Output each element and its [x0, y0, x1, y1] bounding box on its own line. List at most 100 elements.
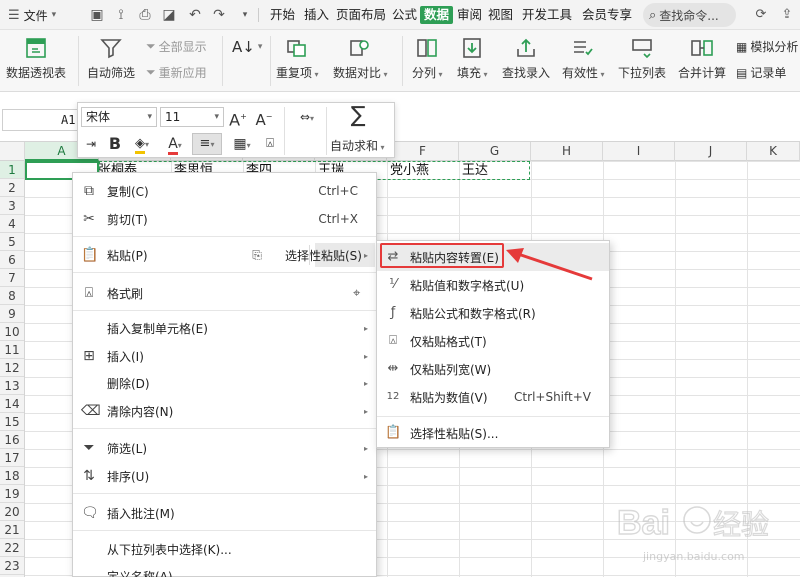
row-header[interactable]: 10 — [0, 323, 24, 341]
row-header[interactable]: 17 — [0, 449, 24, 467]
column-header-j[interactable]: J — [675, 142, 747, 161]
print-icon[interactable]: ⎙ — [136, 6, 154, 24]
autofilter-button[interactable]: 自动筛选 — [87, 36, 135, 81]
shrink-font-icon[interactable]: A− — [254, 107, 274, 129]
menu-item-copy[interactable]: ⧉ 复制(C) Ctrl+C — [73, 177, 376, 205]
font-name-select[interactable]: 宋体 ▾ — [81, 107, 157, 127]
column-header-h[interactable]: H — [531, 142, 603, 161]
merge-center-icon[interactable]: ⇔▾ — [294, 107, 320, 127]
row-header[interactable]: 9 — [0, 305, 24, 323]
row-header[interactable]: 12 — [0, 359, 24, 377]
menu-item-insert-comment[interactable]: 🗨 插入批注(M) — [73, 499, 376, 527]
align-center-icon[interactable]: ≡▾ — [192, 133, 222, 155]
lookup-entry-button[interactable]: 查找录入 — [502, 36, 550, 81]
menu-item-delete[interactable]: 删除(D) ▸ — [73, 369, 376, 397]
row-header[interactable]: 22 — [0, 539, 24, 557]
menu-item-clear-contents[interactable]: ⌫ 清除内容(N) ▸ — [73, 397, 376, 425]
row-header[interactable]: 21 — [0, 521, 24, 539]
submenu-item-paste-formulas-number-format[interactable]: ƒ 粘贴公式和数字格式(R) — [377, 299, 609, 327]
command-search[interactable]: ⌕ 查找命令... — [643, 3, 736, 27]
tab-home[interactable]: 开始 — [268, 6, 297, 24]
row-header[interactable]: 19 — [0, 485, 24, 503]
row-header[interactable]: 15 — [0, 413, 24, 431]
save-icon[interactable]: ▣ — [88, 6, 106, 24]
dropdown-list-button[interactable]: 下拉列表 — [618, 36, 666, 81]
fill-button[interactable]: 填充 ▾ — [457, 36, 488, 81]
chevron-down-icon[interactable]: ▾ — [236, 6, 254, 24]
row-header[interactable]: 14 — [0, 395, 24, 413]
menu-item-paste[interactable]: 📋 粘贴(P) ⎘ 选择性粘贴(S) ▸ — [73, 241, 376, 269]
row-header[interactable]: 7 — [0, 269, 24, 287]
tab-insert[interactable]: 插入 — [302, 6, 331, 24]
row-header[interactable]: 6 — [0, 251, 24, 269]
row-header[interactable]: 20 — [0, 503, 24, 521]
tab-member[interactable]: 会员专享 — [580, 6, 634, 24]
file-menu[interactable]: ☰ 文件 ▾ — [4, 5, 60, 25]
row-header[interactable]: 23 — [0, 557, 24, 575]
sort-button[interactable]: A↓ ▾ — [232, 38, 262, 56]
format-painter-quick-icon[interactable]: ⌖ — [353, 286, 360, 301]
submenu-item-paste-column-widths[interactable]: ⇹ 仅粘贴列宽(W) — [377, 355, 609, 383]
autosum-icon[interactable]: ∑ — [346, 105, 370, 127]
fill-color-icon[interactable]: ◈▾ — [128, 134, 156, 154]
grow-font-icon[interactable]: A+ — [228, 107, 248, 129]
tab-page-layout[interactable]: 页面布局 — [334, 6, 388, 24]
row-header[interactable]: 1 — [0, 161, 24, 179]
menu-item-format-painter[interactable]: ⍓ 格式刷 ⌖ — [73, 279, 376, 307]
row-header[interactable]: 5 — [0, 233, 24, 251]
tab-review[interactable]: 审阅 — [455, 6, 484, 24]
submenu-item-paste-as-values[interactable]: 12 粘贴为数值(V) Ctrl+Shift+V — [377, 383, 609, 411]
tab-formulas[interactable]: 公式 — [390, 6, 419, 24]
select-all-corner[interactable] — [0, 142, 25, 161]
font-size-select[interactable]: 11 ▾ — [160, 107, 224, 127]
data-compare-button[interactable]: 数据对比 ▾ — [333, 36, 388, 81]
show-all-button[interactable]: ⏷ 全部显示 — [146, 38, 207, 55]
row-header[interactable]: 4 — [0, 215, 24, 233]
column-header-i[interactable]: I — [603, 142, 675, 161]
paste-values-icon[interactable]: ⎘ — [249, 247, 265, 263]
wrap-text-icon[interactable]: ⇥ — [81, 134, 101, 154]
menu-item-insert[interactable]: ⊞ 插入(I) ▸ — [73, 342, 376, 370]
duplicates-button[interactable]: 重复项 ▾ — [276, 36, 319, 81]
share-icon[interactable]: ⇪ — [778, 6, 796, 24]
row-header[interactable]: 2 — [0, 179, 24, 197]
font-color-icon[interactable]: A▾ — [162, 134, 188, 155]
menu-item-sort[interactable]: ⇅ 排序(U) ▸ — [73, 462, 376, 490]
row-header[interactable]: 8 — [0, 287, 24, 305]
pivot-table-button[interactable]: 数据透视表 — [6, 36, 66, 81]
text-to-columns-button[interactable]: 分列 ▾ — [412, 36, 443, 81]
menu-item-pick-from-list[interactable]: 从下拉列表中选择(K)... — [73, 535, 376, 563]
what-if-button[interactable]: ▦ 模拟分析 — [736, 38, 798, 55]
column-header-g[interactable]: G — [459, 142, 531, 161]
column-header-f[interactable]: F — [387, 142, 459, 161]
row-header[interactable]: 3 — [0, 197, 24, 215]
column-header-k[interactable]: K — [747, 142, 800, 161]
print-preview-icon[interactable]: ◪ — [160, 6, 178, 24]
settings-icon[interactable]: ⟳ — [752, 6, 770, 24]
menu-item-define-name[interactable]: 定义名称(A)... — [73, 562, 376, 577]
row-header[interactable]: 11 — [0, 341, 24, 359]
row-header[interactable]: 16 — [0, 431, 24, 449]
menu-item-filter[interactable]: ⏷ 筛选(L) ▸ — [73, 434, 376, 462]
row-header[interactable]: 13 — [0, 377, 24, 395]
submenu-item-paste-special-dialog[interactable]: 📋 选择性粘贴(S)... — [377, 419, 609, 447]
tab-data[interactable]: 数据 — [420, 6, 454, 24]
menu-item-cut[interactable]: ✂ 剪切(T) Ctrl+X — [73, 205, 376, 233]
record-form-button[interactable]: ▤ 记录单 — [736, 64, 786, 81]
export-icon[interactable]: ⟟ — [112, 6, 130, 24]
menu-item-insert-copied-cells[interactable]: 插入复制单元格(E) ▸ — [73, 314, 376, 342]
borders-icon[interactable]: ▦▾ — [228, 134, 256, 154]
reapply-button[interactable]: ⏷ 重新应用 — [146, 64, 207, 81]
bold-icon[interactable]: B — [106, 134, 124, 154]
submenu-item-paste-formats-only[interactable]: ⍓ 仅粘贴格式(T) — [377, 327, 609, 355]
menu-item-paste-special[interactable]: 选择性粘贴(S) — [285, 247, 362, 264]
consolidate-button[interactable]: 合并计算 — [678, 36, 726, 81]
undo-icon[interactable]: ↶ — [186, 6, 204, 24]
tab-developer[interactable]: 开发工具 — [520, 6, 574, 24]
format-painter-icon[interactable]: ⍓ — [260, 134, 280, 154]
row-header[interactable]: 18 — [0, 467, 24, 485]
redo-icon[interactable]: ↷ — [210, 6, 228, 24]
validity-button[interactable]: 有效性 ▾ — [562, 36, 605, 81]
tab-view[interactable]: 视图 — [486, 6, 515, 24]
autosum-button[interactable]: 自动求和 ▾ — [330, 137, 385, 154]
